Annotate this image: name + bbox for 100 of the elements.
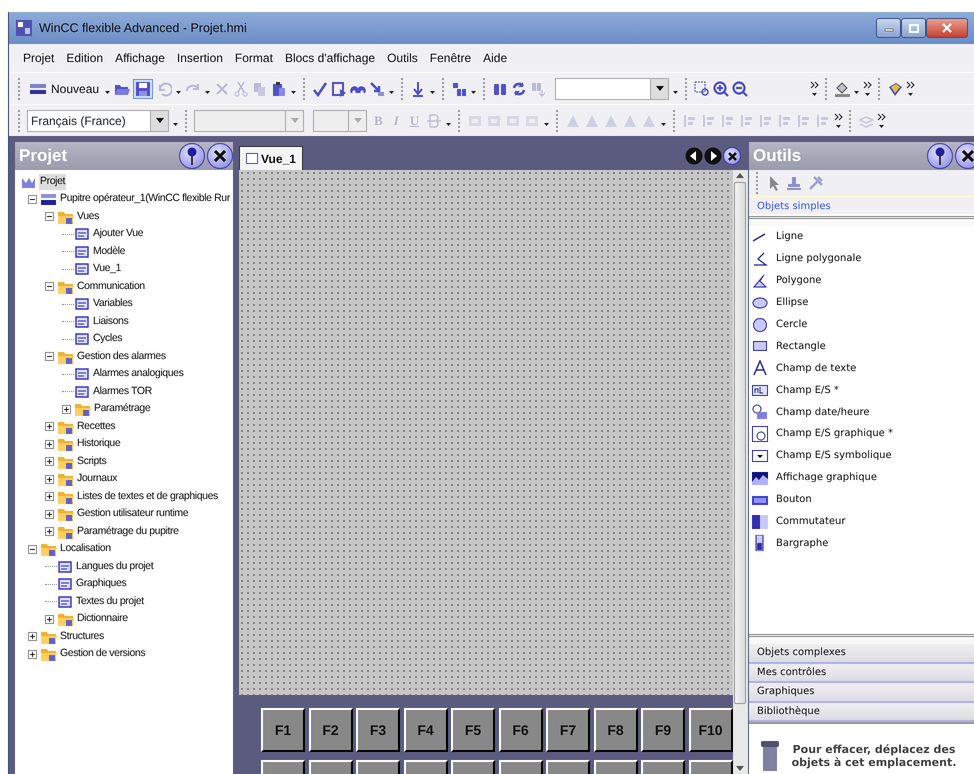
function-key[interactable]: F3 bbox=[356, 708, 400, 752]
tree-item[interactable]: Gestion de versions bbox=[59, 646, 146, 662]
checkmark-icon[interactable] bbox=[312, 80, 328, 96]
tool-item[interactable]: Ligne polygonale bbox=[749, 248, 974, 270]
expander-icon[interactable] bbox=[45, 422, 54, 432]
splitter[interactable] bbox=[749, 216, 974, 226]
tool-item[interactable]: Champ E/S graphique * bbox=[749, 423, 974, 445]
tree-item[interactable]: Ajouter Vue bbox=[92, 226, 144, 242]
tool-item[interactable]: Ellipse bbox=[749, 292, 974, 314]
chevron-icon[interactable] bbox=[877, 112, 886, 128]
zoom-in-icon[interactable] bbox=[713, 80, 730, 96]
function-key[interactable]: F8 bbox=[594, 708, 638, 752]
pointer-icon[interactable] bbox=[768, 175, 780, 191]
tree-item[interactable]: Localisation bbox=[59, 541, 112, 558]
expander-icon[interactable] bbox=[45, 614, 54, 624]
tool-item[interactable]: Champ E/S symbolique bbox=[749, 444, 974, 467]
expander-icon[interactable] bbox=[28, 194, 37, 204]
screen-canvas[interactable] bbox=[239, 170, 732, 695]
tree-item[interactable]: Gestion des alarmes bbox=[76, 348, 167, 365]
transfer-icon[interactable] bbox=[369, 80, 386, 96]
language-select[interactable]: Français (France) bbox=[27, 110, 169, 132]
expander-icon[interactable] bbox=[62, 404, 71, 414]
group-header[interactable]: Objets complexes bbox=[749, 644, 974, 664]
close-button[interactable] bbox=[926, 18, 968, 38]
tool-item[interactable]: Polygone bbox=[749, 270, 974, 292]
expander-icon[interactable] bbox=[45, 440, 54, 449]
tool-item[interactable]: Bouton bbox=[749, 488, 974, 511]
tool-item[interactable]: Champ de texte bbox=[749, 357, 974, 380]
tool-item[interactable]: Affichage graphique bbox=[749, 466, 974, 489]
save-icon[interactable] bbox=[135, 80, 152, 96]
tree-item[interactable]: Gestion utilisateur runtime bbox=[76, 506, 190, 522]
tree-item[interactable]: Pupitre opérateur_1(WinCC flexible Rur bbox=[59, 191, 231, 208]
group-header[interactable]: Graphiques bbox=[749, 683, 974, 702]
expander-icon[interactable] bbox=[28, 632, 37, 642]
menu-item[interactable]: Outils bbox=[381, 47, 424, 69]
tree-item[interactable]: Journaux bbox=[76, 471, 118, 488]
hierarchy-icon[interactable] bbox=[451, 80, 468, 96]
tool-item[interactable]: Cercle bbox=[749, 314, 974, 336]
refresh-icon[interactable] bbox=[511, 80, 528, 96]
expander-icon[interactable] bbox=[45, 352, 54, 362]
tree-item[interactable]: Historique bbox=[76, 436, 122, 452]
tree-item[interactable]: Scripts bbox=[76, 454, 108, 470]
compile-icon[interactable] bbox=[331, 80, 348, 96]
tree-item[interactable]: Vue_1 bbox=[92, 261, 122, 278]
expander-icon[interactable] bbox=[45, 510, 54, 519]
close-button[interactable] bbox=[723, 147, 741, 165]
function-key[interactable]: F9 bbox=[641, 708, 685, 752]
editor-tab[interactable]: Vue_1 bbox=[239, 146, 303, 170]
menu-item[interactable]: Fenêtre bbox=[424, 47, 478, 69]
menu-item[interactable]: Edition bbox=[60, 47, 110, 69]
function-key[interactable]: F2 bbox=[308, 708, 352, 752]
scroll-right-icon[interactable] bbox=[704, 147, 722, 165]
tree-item[interactable]: Paramétrage du pupitre bbox=[76, 524, 180, 540]
function-key[interactable]: F4 bbox=[404, 708, 448, 752]
group-header[interactable]: Bibliothèque bbox=[749, 702, 974, 722]
tree-item[interactable]: Structures bbox=[59, 628, 105, 645]
expander-icon[interactable] bbox=[45, 212, 54, 222]
tree-item[interactable]: Projet bbox=[39, 174, 66, 190]
splitter[interactable] bbox=[749, 634, 974, 644]
tool-item[interactable]: Champ date/heure bbox=[749, 401, 974, 424]
expander-icon[interactable] bbox=[45, 474, 54, 484]
tree-item[interactable]: Listes de textes et de graphiques bbox=[76, 488, 219, 505]
chevron-icon[interactable] bbox=[906, 80, 916, 96]
tree-item[interactable]: Textes du projet bbox=[75, 594, 145, 610]
tree-item[interactable]: Graphiques bbox=[75, 576, 128, 592]
tree-item[interactable]: Communication bbox=[76, 278, 146, 295]
group-header[interactable]: Objets simples bbox=[749, 196, 974, 214]
scroll-left-icon[interactable] bbox=[685, 147, 703, 165]
chevron-icon[interactable] bbox=[834, 112, 844, 128]
chevron-icon[interactable] bbox=[810, 80, 820, 96]
scrollbar[interactable] bbox=[732, 170, 748, 774]
menu-item[interactable]: Insertion bbox=[170, 47, 229, 69]
expander-icon[interactable] bbox=[45, 457, 54, 466]
function-key[interactable]: F6 bbox=[498, 708, 542, 752]
tool-item[interactable]: Rectangle bbox=[749, 335, 974, 358]
expander-icon[interactable] bbox=[28, 544, 37, 554]
pin-button[interactable] bbox=[927, 143, 953, 169]
expander-icon[interactable] bbox=[45, 492, 54, 502]
pin-button[interactable] bbox=[179, 143, 205, 169]
tree-item[interactable]: Recettes bbox=[76, 418, 116, 435]
tree-item[interactable]: Liaisons bbox=[92, 314, 130, 330]
zoom-out-icon[interactable] bbox=[732, 80, 748, 96]
expander-icon[interactable] bbox=[28, 650, 37, 659]
menu-item[interactable]: Blocs d'affichage bbox=[278, 47, 382, 69]
menu-item[interactable]: Format bbox=[228, 47, 279, 69]
tree-item[interactable]: Cycles bbox=[92, 331, 124, 348]
menu-item[interactable]: Affichage bbox=[109, 47, 171, 69]
tree-item[interactable]: Langues du projet bbox=[75, 558, 154, 575]
new-button[interactable]: Nouveau bbox=[27, 80, 102, 98]
minimize-button[interactable] bbox=[876, 18, 901, 38]
menu-item[interactable]: Aide bbox=[477, 47, 514, 69]
tree-item[interactable]: Modèle bbox=[92, 244, 126, 260]
tree-item[interactable]: Dictionnaire bbox=[76, 611, 129, 628]
maximize-button[interactable] bbox=[901, 18, 926, 38]
function-key[interactable]: F1 bbox=[261, 708, 305, 752]
tool-item[interactable]: Commutateur bbox=[749, 510, 974, 532]
tool-item[interactable]: Bargraphe bbox=[749, 532, 974, 554]
tool-item[interactable]: Ligne bbox=[749, 226, 974, 248]
chevron-icon[interactable] bbox=[863, 80, 872, 96]
zoom-area-icon[interactable] bbox=[694, 80, 710, 96]
